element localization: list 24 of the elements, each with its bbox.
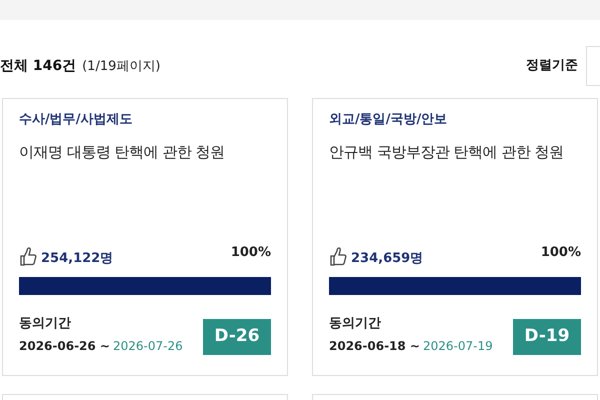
percent-label: 100% [540,245,581,261]
thumbs-up-icon [19,247,37,267]
petition-card[interactable]: 수사/법무/사법제도 이재명 대통령 탄핵에 관한 청원 254,122명 100% 동의기간 2026-06-26 ~ 2026-07-26 D-26 [2,98,288,376]
category-label: 외교/통일/국방/안보 [329,111,448,129]
sort-label: 정렬기준 [526,57,578,76]
petition-card[interactable]: 외교/통일/국방/안보 안규백 국방부장관 탄핵에 관한 청원 234,659명 100% 동의기간 2026-06-18 ~ 2026-07-19 D-19 [312,98,598,376]
end-date: 2026-07-19 [423,338,493,355]
agree-count: 234,659명 [351,251,424,267]
sort-select[interactable] [586,46,600,86]
start-date: 2026-06-26 ~ [19,338,110,355]
petition-title: 안규백 국방부장관 탄핵에 관한 청원 [329,142,564,163]
petition-title: 이재명 대통령 탄핵에 관한 청원 [19,142,225,163]
thumbs-up-icon [329,247,347,267]
dday-badge: D-26 [203,319,271,355]
total-count: 전체 146건 [0,56,76,76]
dday-badge: D-19 [513,319,581,355]
page-info: (1/19페이지) [82,58,160,76]
category-label: 수사/법무/사법제도 [19,111,132,129]
end-date: 2026-07-26 [113,338,183,355]
period-label: 동의기간 [19,315,71,333]
agree-count: 254,122명 [41,251,114,267]
start-date: 2026-06-18 ~ [329,338,420,355]
percent-label: 100% [230,245,271,261]
period-label: 동의기간 [329,315,381,333]
